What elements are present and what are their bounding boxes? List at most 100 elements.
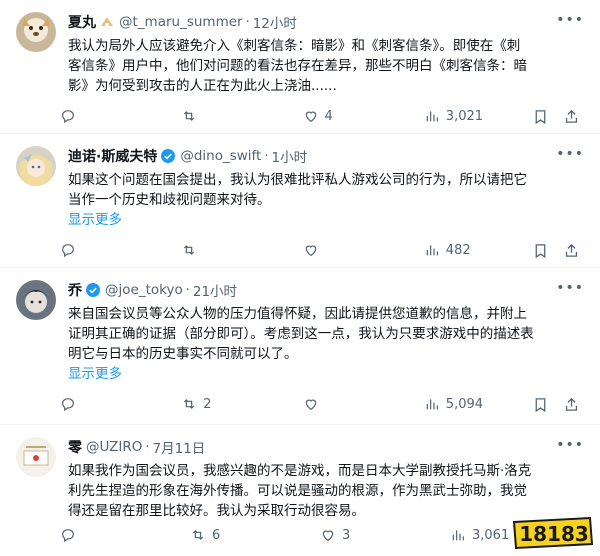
more-icon[interactable]: ••• (556, 12, 584, 28)
watermark-logo: 18183 (508, 514, 596, 552)
share-icon[interactable] (563, 108, 580, 125)
views-button[interactable]: 482 (424, 242, 532, 258)
views-button[interactable]: 5,094 (424, 396, 532, 412)
tweet-text-line: 来自国会议员等公众人物的压力值得怀疑，因此请提供您道歉的信息，并附上 (68, 306, 527, 322)
like-button[interactable] (303, 396, 424, 412)
tweet-text: 我认为局外人应该避免介入《刺客信条：暗影》和《刺客信条》。即使在《刺 客信条》用… (68, 36, 578, 96)
share-icon[interactable] (563, 242, 580, 259)
dot-separator: · (245, 14, 250, 30)
reply-feed: 夏丸 @t_maru_summer · 12小时 ••• 我认为局外人应该避免介… (0, 0, 600, 556)
watermark-text: 18183 (519, 522, 589, 546)
retweet-icon (192, 530, 204, 540)
views-icon (426, 111, 438, 122)
user-handle[interactable]: @dino_swift (180, 148, 261, 164)
bookmark-icon[interactable] (532, 396, 549, 413)
tweet-header: 零 @UZIRO · 7月11日 (68, 437, 205, 457)
tweet-text-line: 利先生捏造的形象在海外传播。可以说是骚动的根源，作为黑武士弥助，我觉 (68, 483, 527, 499)
like-button[interactable] (303, 242, 424, 258)
like-icon (305, 245, 316, 257)
like-button[interactable]: 3 (320, 527, 450, 543)
like-button[interactable]: 4 (303, 108, 424, 124)
tweet-text-line: 客信条》用户中，他们对问题的看法也存在差异，那些不明白《刺客信条：暗 (68, 58, 527, 74)
retweet-icon (184, 245, 195, 255)
action-bar: 6 3 3,061 (60, 525, 580, 545)
tweet[interactable]: 夏丸 @t_maru_summer · 12小时 ••• 我认为局外人应该避免介… (0, 0, 600, 134)
reply-button[interactable] (60, 242, 181, 258)
reply-button[interactable] (60, 396, 181, 412)
tweet-header: 夏丸 @t_maru_summer · 12小时 (68, 12, 297, 32)
emoji-icon (99, 14, 115, 30)
retweet-icon (184, 111, 195, 121)
views-count: 5,094 (445, 396, 484, 412)
reply-button[interactable] (60, 527, 190, 543)
action-bar: 2 5,094 (60, 394, 580, 414)
action-bar: 482 (60, 240, 580, 260)
tweet-text-line: 得还是留在那里比较好。我认为采取行动很容易。 (68, 503, 365, 519)
timestamp[interactable]: 7月11日 (153, 437, 206, 457)
tweet-text-line: 证明其正确的证据（部分即可）。考虑到这一点，我认为只要求游戏中的描述表 (68, 326, 534, 342)
like-icon (322, 530, 334, 542)
verified-badge-icon (85, 282, 101, 298)
like-count: 3 (342, 527, 351, 543)
avatar[interactable] (16, 437, 56, 477)
views-count: 3,061 (472, 527, 510, 543)
views-count: 3,021 (445, 108, 484, 124)
display-name[interactable]: 乔 (68, 280, 82, 300)
tweet-text-line: 我认为局外人应该避免介入《刺客信条：暗影》和《刺客信条》。即使在《刺 (68, 38, 521, 54)
share-icon[interactable] (563, 396, 580, 413)
reply-icon (62, 110, 74, 124)
retweet-button[interactable] (181, 242, 302, 258)
reply-icon (62, 398, 74, 412)
tweet[interactable]: 迪诺·斯威夫特 @dino_swift · 1小时 ••• 如果这个问题在国会提… (0, 134, 600, 268)
tweet-header: 迪诺·斯威夫特 @dino_swift · 1小时 (68, 146, 307, 166)
display-name[interactable]: 夏丸 (68, 12, 96, 32)
like-icon (305, 399, 316, 411)
tweet-text: 如果这个问题在国会提出，我认为很难批评私人游戏公司的行为，所以请把它 当作一个历… (68, 170, 578, 230)
display-name[interactable]: 零 (68, 437, 82, 457)
bookmark-icon[interactable] (532, 242, 549, 259)
verified-badge-icon (160, 148, 176, 164)
dot-separator: · (185, 282, 190, 298)
more-icon[interactable]: ••• (556, 146, 584, 162)
tweet-text-line: 影》为何受到攻击的人正在为此火上浇油...... (68, 78, 337, 94)
like-count: 4 (324, 108, 333, 124)
avatar[interactable] (16, 280, 56, 320)
reply-icon (62, 529, 74, 543)
dot-separator: · (145, 439, 150, 455)
timestamp[interactable]: 1小时 (272, 146, 308, 166)
show-more-link[interactable]: 显示更多 (68, 364, 578, 384)
tweet-text-line: 当作一个历史和歧视问题来对待。 (68, 192, 271, 208)
retweet-button[interactable]: 6 (190, 527, 320, 543)
views-icon (452, 530, 464, 541)
action-bar: 4 3,021 (60, 106, 580, 126)
tweet-text-line: 明它与日本的历史事实不同就可以了。 (68, 346, 298, 362)
tweet[interactable]: 乔 @joe_tokyo · 21小时 ••• 来自国会议员等公众人物的压力值得… (0, 268, 600, 425)
retweet-button[interactable]: 2 (181, 396, 302, 412)
views-icon (426, 245, 438, 256)
reply-icon (62, 244, 74, 258)
timestamp[interactable]: 12小时 (253, 12, 297, 32)
dot-separator: · (264, 148, 269, 164)
like-icon (305, 111, 316, 123)
timestamp[interactable]: 21小时 (193, 280, 237, 300)
tweet-header: 乔 @joe_tokyo · 21小时 (68, 280, 237, 300)
user-handle[interactable]: @t_maru_summer (119, 14, 243, 30)
tweet-text: 如果我作为国会议员，我感兴趣的不是游戏，而是日本大学副教授托马斯·洛克 利先生捏… (68, 461, 578, 521)
user-handle[interactable]: @UZIRO (86, 439, 142, 455)
reply-button[interactable] (60, 108, 181, 124)
bookmark-icon[interactable] (532, 108, 549, 125)
avatar[interactable] (16, 146, 56, 186)
more-icon[interactable]: ••• (556, 280, 584, 296)
retweet-button[interactable] (181, 108, 302, 124)
tweet-text-line: 如果我作为国会议员，我感兴趣的不是游戏，而是日本大学副教授托马斯·洛克 (68, 463, 532, 479)
views-icon (426, 399, 438, 410)
user-handle[interactable]: @joe_tokyo (105, 282, 183, 298)
show-more-link[interactable]: 显示更多 (68, 210, 578, 230)
retweet-icon (184, 399, 195, 409)
avatar[interactable] (16, 12, 56, 52)
more-icon[interactable]: ••• (556, 437, 584, 453)
views-button[interactable]: 3,021 (424, 108, 532, 124)
retweet-count: 6 (212, 527, 221, 543)
tweet-text-line: 如果这个问题在国会提出，我认为很难批评私人游戏公司的行为，所以请把它 (68, 172, 527, 188)
display-name[interactable]: 迪诺·斯威夫特 (68, 146, 157, 166)
